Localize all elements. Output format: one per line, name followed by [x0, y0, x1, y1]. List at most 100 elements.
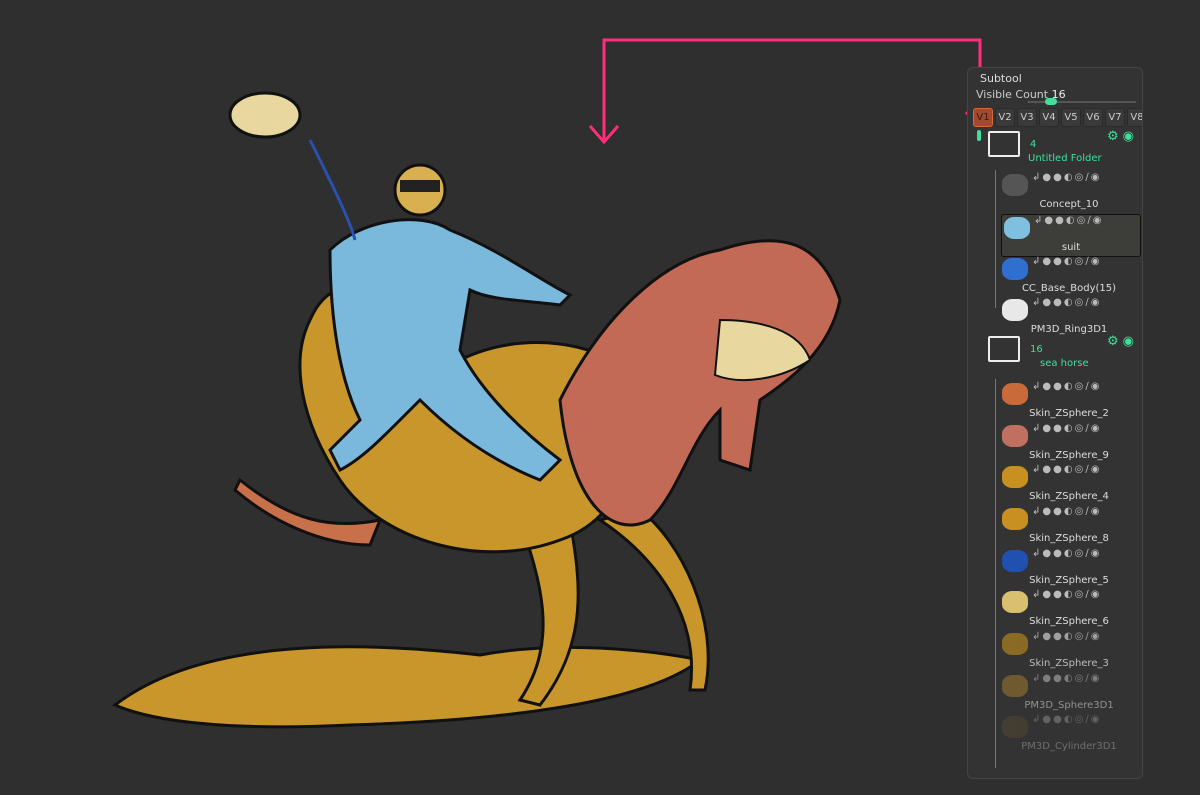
merge-arrow-icon[interactable]: ↲	[1032, 673, 1042, 684]
eye-icon[interactable]: ◉	[1091, 256, 1102, 267]
blend-icon[interactable]: ◎	[1075, 589, 1086, 600]
polypaint-icon[interactable]: ◐	[1064, 714, 1075, 725]
solo-toggle-icon[interactable]: ●●	[1042, 631, 1063, 642]
merge-arrow-icon[interactable]: ↲	[1032, 172, 1042, 183]
solo-toggle-icon[interactable]: ●●	[1044, 215, 1065, 226]
subtool-folder[interactable]: 16 sea horse ⚙◉	[988, 334, 1138, 376]
blend-icon[interactable]: ◎	[1077, 215, 1088, 226]
solo-toggle-icon[interactable]: ●●	[1042, 423, 1063, 434]
version-button-v8[interactable]: V8	[1127, 108, 1142, 127]
scroll-indicator[interactable]	[977, 130, 981, 141]
subtool-item[interactable]: ↲●●◐◎∕◉ Skin_ZSphere_2	[1000, 381, 1138, 422]
subtool-item[interactable]: ↲●●◐◎∕◉ PM3D_Ring3D1	[1000, 297, 1138, 338]
solo-toggle-icon[interactable]: ●●	[1042, 589, 1063, 600]
blend-icon[interactable]: ◎	[1075, 673, 1086, 684]
polypaint-icon[interactable]: ◐	[1064, 172, 1075, 183]
polypaint-icon[interactable]: ◐	[1064, 631, 1075, 642]
solo-toggle-icon[interactable]: ●●	[1042, 381, 1063, 392]
eye-icon[interactable]: ◉	[1091, 548, 1102, 559]
eye-icon[interactable]: ◉	[1091, 297, 1102, 308]
merge-arrow-icon[interactable]: ↲	[1032, 589, 1042, 600]
folder-icon[interactable]	[988, 336, 1020, 362]
eye-icon[interactable]: ◉	[1091, 381, 1102, 392]
eye-icon[interactable]: ◉	[1091, 506, 1102, 517]
solo-toggle-icon[interactable]: ●●	[1042, 548, 1063, 559]
subtool-controls: ↲●●◐◎∕◉	[1032, 673, 1101, 684]
folder-icon[interactable]	[988, 131, 1020, 157]
blend-icon[interactable]: ◎	[1075, 506, 1086, 517]
merge-arrow-icon[interactable]: ↲	[1034, 215, 1044, 226]
polypaint-icon[interactable]: ◐	[1064, 423, 1075, 434]
solo-toggle-icon[interactable]: ●●	[1042, 256, 1063, 267]
subtool-item[interactable]: ↲●●◐◎∕◉ CC_Base_Body(15)	[1000, 256, 1138, 297]
subtool-item[interactable]: ↲●●◐◎∕◉ Skin_ZSphere_5	[1000, 548, 1138, 589]
solo-toggle-icon[interactable]: ●●	[1042, 673, 1063, 684]
slider-knob[interactable]	[1045, 98, 1058, 105]
merge-arrow-icon[interactable]: ↲	[1032, 714, 1042, 725]
gear-icon[interactable]: ⚙	[1107, 129, 1123, 144]
blend-icon[interactable]: ◎	[1075, 423, 1086, 434]
subtool-folder[interactable]: 4 Untitled Folder ⚙◉	[988, 129, 1138, 171]
polypaint-icon[interactable]: ◐	[1064, 673, 1075, 684]
solo-toggle-icon[interactable]: ●●	[1042, 714, 1063, 725]
eye-icon[interactable]: ◉	[1093, 215, 1104, 226]
polypaint-icon[interactable]: ◐	[1066, 215, 1077, 226]
visible-count-slider[interactable]	[1028, 98, 1136, 105]
subtool-item[interactable]: ↲●●◐◎∕◉ PM3D_Sphere3D1	[1000, 673, 1138, 714]
solo-toggle-icon[interactable]: ●●	[1042, 297, 1063, 308]
polypaint-icon[interactable]: ◐	[1064, 548, 1075, 559]
blend-icon[interactable]: ◎	[1075, 714, 1086, 725]
merge-arrow-icon[interactable]: ↲	[1032, 381, 1042, 392]
subtool-item[interactable]: ↲●●◐◎∕◉ Skin_ZSphere_4	[1000, 464, 1138, 505]
blend-icon[interactable]: ◎	[1075, 381, 1086, 392]
eye-icon[interactable]: ◉	[1091, 714, 1102, 725]
subtool-controls: ↲●●◐◎∕◉	[1032, 631, 1101, 642]
solo-toggle-icon[interactable]: ●●	[1042, 172, 1063, 183]
subtool-item[interactable]: ↲●●◐◎∕◉ Skin_ZSphere_9	[1000, 423, 1138, 464]
folder-name[interactable]: Untitled Folder	[1028, 153, 1102, 164]
version-button-v3[interactable]: V3	[1017, 108, 1037, 127]
solo-toggle-icon[interactable]: ●●	[1042, 464, 1063, 475]
subtool-item[interactable]: ↲●●◐◎∕◉ PM3D_Cylinder3D1	[1000, 714, 1138, 755]
folder-name[interactable]: sea horse	[1040, 358, 1089, 369]
merge-arrow-icon[interactable]: ↲	[1032, 423, 1042, 434]
eye-icon[interactable]: ◉	[1091, 423, 1102, 434]
subtool-item[interactable]: ↲●●◐◎∕◉ Concept_10	[1000, 172, 1138, 213]
merge-arrow-icon[interactable]: ↲	[1032, 297, 1042, 308]
subtool-item[interactable]: ↲●●◐◎∕◉ Skin_ZSphere_6	[1000, 589, 1138, 630]
version-button-v4[interactable]: V4	[1039, 108, 1059, 127]
polypaint-icon[interactable]: ◐	[1064, 256, 1075, 267]
blend-icon[interactable]: ◎	[1075, 172, 1086, 183]
merge-arrow-icon[interactable]: ↲	[1032, 256, 1042, 267]
version-button-v1[interactable]: V1	[973, 108, 993, 127]
merge-arrow-icon[interactable]: ↲	[1032, 631, 1042, 642]
blend-icon[interactable]: ◎	[1075, 548, 1086, 559]
merge-arrow-icon[interactable]: ↲	[1032, 506, 1042, 517]
subtool-item[interactable]: ↲●●◐◎∕◉ suit	[1001, 214, 1141, 257]
polypaint-icon[interactable]: ◐	[1064, 589, 1075, 600]
eye-icon[interactable]: ◉	[1091, 673, 1102, 684]
subtool-item[interactable]: ↲●●◐◎∕◉ Skin_ZSphere_3	[1000, 631, 1138, 672]
subtool-item[interactable]: ↲●●◐◎∕◉ Skin_ZSphere_8	[1000, 506, 1138, 547]
merge-arrow-icon[interactable]: ↲	[1032, 548, 1042, 559]
polypaint-icon[interactable]: ◐	[1064, 381, 1075, 392]
eye-icon[interactable]: ◉	[1123, 129, 1138, 144]
3d-viewport[interactable]	[0, 0, 996, 791]
eye-icon[interactable]: ◉	[1091, 464, 1102, 475]
merge-arrow-icon[interactable]: ↲	[1032, 464, 1042, 475]
version-button-v2[interactable]: V2	[995, 108, 1015, 127]
polypaint-icon[interactable]: ◐	[1064, 297, 1075, 308]
polypaint-icon[interactable]: ◐	[1064, 506, 1075, 517]
version-button-v7[interactable]: V7	[1105, 108, 1125, 127]
blend-icon[interactable]: ◎	[1075, 256, 1086, 267]
version-button-v6[interactable]: V6	[1083, 108, 1103, 127]
blend-icon[interactable]: ◎	[1075, 297, 1086, 308]
eye-icon[interactable]: ◉	[1091, 589, 1102, 600]
blend-icon[interactable]: ◎	[1075, 464, 1086, 475]
blend-icon[interactable]: ◎	[1075, 631, 1086, 642]
eye-icon[interactable]: ◉	[1091, 172, 1102, 183]
solo-toggle-icon[interactable]: ●●	[1042, 506, 1063, 517]
polypaint-icon[interactable]: ◐	[1064, 464, 1075, 475]
version-button-v5[interactable]: V5	[1061, 108, 1081, 127]
eye-icon[interactable]: ◉	[1091, 631, 1102, 642]
